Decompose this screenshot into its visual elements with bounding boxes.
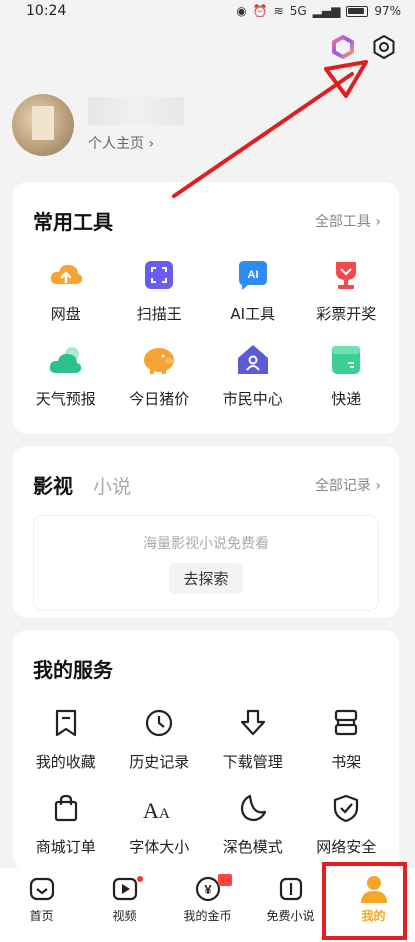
profile-section[interactable]: 个人主页 › — [12, 94, 184, 156]
tool-label: 彩票开奖 — [316, 305, 377, 323]
moon-icon — [235, 790, 271, 826]
house-person-icon — [235, 342, 271, 378]
top-actions — [331, 34, 397, 60]
alarm-icon: ⏰ — [252, 4, 268, 18]
app-logo-icon[interactable] — [331, 35, 355, 59]
service-label: 网络安全 — [316, 838, 377, 856]
service-dark-mode[interactable]: 深色模式 — [206, 790, 300, 857]
all-tools-link[interactable]: 全部工具 › — [315, 211, 381, 231]
svg-text:AI: AI — [247, 269, 258, 281]
tools-title: 常用工具 — [33, 210, 113, 234]
eye-icon: ◉ — [236, 4, 247, 18]
my-services-card: 我的服务 我的收藏 历史记录 下载管理 书架 商城订单 A A 字体大小 深色模… — [13, 630, 399, 870]
status-bar: 10:24 ◉ ⏰ ≋ 5G ▂▄▆ 97% — [0, 0, 415, 22]
video-icon — [110, 874, 140, 904]
battery-percent: 97% — [374, 4, 401, 18]
status-time: 10:24 — [26, 3, 67, 19]
nav-video[interactable]: 视频 — [85, 874, 165, 924]
shopping-bag-icon — [48, 790, 84, 826]
tool-label: 快递 — [331, 390, 362, 408]
tool-label: 今日猪价 — [129, 390, 190, 408]
status-icons: ◉ ⏰ ≋ 5G ▂▄▆ 97% — [236, 4, 401, 18]
nav-coins[interactable]: ¥ 我的金币 — [168, 874, 248, 924]
services-title: 我的服务 — [33, 658, 113, 682]
service-orders[interactable]: 商城订单 — [19, 790, 113, 857]
bookmark-icon — [48, 705, 84, 741]
tab-video[interactable]: 影视 — [33, 470, 73, 499]
avatar[interactable] — [12, 94, 74, 156]
download-icon — [235, 705, 271, 741]
cloud-upload-icon — [48, 257, 84, 293]
nav-label: 视频 — [112, 909, 137, 923]
explore-button[interactable]: 去探索 — [169, 562, 243, 594]
weather-icon — [48, 342, 84, 378]
service-label: 我的收藏 — [35, 753, 96, 771]
service-favorites[interactable]: 我的收藏 — [19, 705, 113, 772]
notification-dot — [136, 876, 143, 882]
service-network-security[interactable]: 网络安全 — [300, 790, 394, 857]
package-icon — [328, 342, 364, 378]
username-blurred — [88, 97, 184, 125]
tool-label: 扫描王 — [136, 305, 182, 323]
service-label: 书架 — [331, 753, 362, 771]
media-history-card: 影视 小说 全部记录 › 海量影视小说免费看 去探索 — [13, 446, 399, 618]
svg-text:A: A — [159, 806, 170, 822]
service-bookshelf[interactable]: 书架 — [300, 705, 394, 772]
red-packet-badge — [217, 874, 232, 886]
tool-cloud-drive[interactable]: 网盘 — [19, 257, 113, 324]
service-label: 字体大小 — [129, 838, 190, 856]
shield-check-icon — [328, 790, 364, 826]
empty-message: 海量影视小说免费看 — [143, 535, 269, 552]
tool-label: 市民中心 — [222, 390, 283, 408]
battery-icon — [346, 5, 369, 17]
signal-label: 5G — [289, 4, 307, 18]
tool-citizen-center[interactable]: 市民中心 — [206, 342, 300, 409]
tool-pig-price[interactable]: 今日猪价 — [113, 342, 207, 409]
nav-label: 我的金币 — [183, 909, 232, 923]
all-records-link[interactable]: 全部记录 › — [315, 475, 381, 495]
service-label: 下载管理 — [222, 753, 283, 771]
scan-icon — [141, 257, 177, 293]
settings-gear-icon[interactable] — [371, 34, 397, 60]
font-size-icon: AA — [141, 790, 177, 826]
tool-weather[interactable]: 天气预报 — [19, 342, 113, 409]
nav-label: 首页 — [29, 909, 54, 923]
nav-free-novels[interactable]: 免费小说 — [251, 874, 331, 924]
signal-icon: ▂▄▆ — [312, 4, 341, 18]
service-label: 商城订单 — [35, 838, 96, 856]
tool-lottery[interactable]: 彩票开奖 — [300, 257, 394, 324]
service-label: 深色模式 — [222, 838, 283, 856]
bookshelf-icon — [328, 705, 364, 741]
trophy-icon — [328, 257, 364, 293]
tab-novel[interactable]: 小说 — [93, 472, 131, 499]
wifi-icon: ≋ — [273, 4, 284, 18]
nav-home[interactable]: 首页 — [2, 874, 82, 924]
piggy-bank-icon — [141, 342, 177, 378]
annotation-highlight-box — [322, 862, 407, 940]
tool-ai[interactable]: AI AI工具 — [206, 257, 300, 324]
service-label: 历史记录 — [129, 753, 190, 771]
tool-label: 网盘 — [50, 305, 81, 323]
nav-label: 免费小说 — [266, 909, 315, 923]
tool-scanner[interactable]: 扫描王 — [113, 257, 207, 324]
tool-label: 天气预报 — [35, 390, 96, 408]
tool-label: AI工具 — [230, 305, 276, 323]
ai-chat-icon: AI — [235, 257, 271, 293]
svg-text:A: A — [143, 798, 159, 823]
profile-homepage-link[interactable]: 个人主页 › — [88, 133, 184, 153]
service-history[interactable]: 历史记录 — [113, 705, 207, 772]
clock-icon — [141, 705, 177, 741]
service-downloads[interactable]: 下载管理 — [206, 705, 300, 772]
book-icon — [276, 874, 306, 904]
media-empty-state: 海量影视小说免费看 去探索 — [33, 515, 379, 611]
home-icon — [27, 874, 57, 904]
common-tools-card: 常用工具 全部工具 › 网盘 扫描王 AI AI工具 彩票开奖 天气预报 今日猪… — [13, 182, 399, 434]
tool-express[interactable]: 快递 — [300, 342, 394, 409]
svg-text:¥: ¥ — [204, 882, 212, 897]
service-font-size[interactable]: AA 字体大小 — [113, 790, 207, 857]
